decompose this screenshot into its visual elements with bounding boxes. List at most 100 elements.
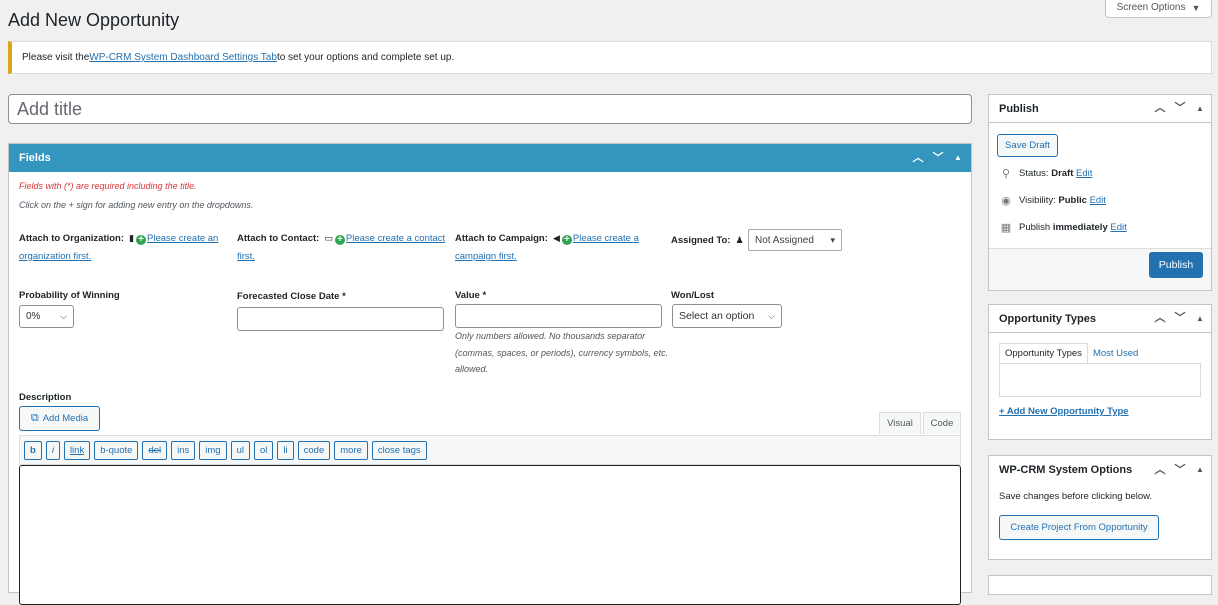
visibility-value: Public (1058, 195, 1087, 206)
publish-time-row: ▦ Publish immediately Edit (999, 221, 1127, 234)
quicktag-close-tags-button[interactable]: close tags (371, 440, 427, 460)
quicktag-more-button[interactable]: more (334, 440, 368, 460)
fields-panel: Fields ︿ ﹀ ▲ Fields with (*) are require… (8, 143, 972, 605)
quicktag-img-button[interactable]: img (199, 440, 227, 460)
assigned-to-value: Not Assigned (755, 234, 814, 246)
attach-contact-label: Attach to Contact: (237, 233, 320, 244)
caret-down-icon: ▼ (1191, 2, 1201, 13)
edit-publish-time-link[interactable]: Edit (1110, 222, 1126, 233)
opportunity-types-title: Opportunity Types (999, 312, 1096, 325)
megaphone-icon: ◀ (552, 233, 560, 243)
tab-most-used[interactable]: Most Used (1088, 343, 1143, 363)
quicktag-italic-button[interactable]: i (45, 440, 60, 460)
quicktag-ins-button[interactable]: ins (171, 440, 196, 460)
quicktag-ol-button[interactable]: ol (254, 440, 274, 460)
dashboard-settings-link[interactable]: WP-CRM System Dashboard Settings Tab (89, 52, 277, 63)
attach-organization-label: Attach to Organization: (19, 233, 125, 244)
attach-campaign-field: Attach to Campaign: ◀ + Please create a ca… (455, 230, 655, 266)
toggle-panel-icon[interactable]: ▲ (1193, 104, 1207, 113)
toggle-panel-icon[interactable]: ▲ (1193, 314, 1207, 323)
close-date-label: Forecasted Close Date * (237, 291, 346, 302)
publish-time-value: immediately (1052, 222, 1108, 233)
system-options-box: WP-CRM System Options ︿ ﹀ ▲ Save changes… (988, 455, 1212, 560)
value-input[interactable] (455, 304, 662, 328)
opportunity-types-box: Opportunity Types ︿ ﹀ ▲ Opportunity Type… (988, 304, 1212, 440)
screen-options-label: Screen Options (1116, 2, 1186, 13)
pin-icon: ⚲ (1001, 168, 1011, 180)
move-up-icon[interactable]: ︿ (1153, 313, 1167, 324)
status-value: Draft (1051, 168, 1074, 179)
description-label: Description (19, 392, 72, 403)
tab-code-label: Code (930, 418, 954, 429)
toggle-panel-icon[interactable]: ▲ (1193, 466, 1207, 474)
publish-button[interactable]: Publish (1149, 252, 1203, 278)
plus-circle-icon[interactable]: + (136, 235, 147, 245)
move-up-icon[interactable]: ︿ (1153, 103, 1167, 114)
chevron-down-icon: ⌵ (60, 311, 67, 321)
tab-code[interactable]: Code (923, 412, 961, 434)
assigned-to-field: Assigned To: ♟ (671, 234, 746, 246)
attach-campaign-label: Attach to Campaign: (455, 233, 548, 244)
quicktag-blockquote-button[interactable]: b-quote (94, 440, 139, 460)
move-down-icon[interactable]: ﹀ (931, 152, 945, 164)
close-date-input[interactable] (237, 307, 444, 331)
media-icon: ⧉ (30, 412, 39, 424)
add-media-button[interactable]: ⧉ Add Media (19, 406, 100, 431)
next-side-box (988, 575, 1212, 595)
required-note: Fields with (*) are required including t… (19, 181, 197, 191)
edit-visibility-link[interactable]: Edit (1090, 195, 1106, 206)
visibility-label: Visibility: (1019, 195, 1056, 206)
quicktag-bold-button[interactable]: b (24, 440, 42, 460)
create-project-label: Create Project From Opportunity (1010, 522, 1148, 533)
id-card-icon: ▭ (324, 233, 333, 243)
plus-circle-icon[interactable]: + (334, 235, 345, 245)
probability-label: Probability of Winning (19, 290, 120, 301)
move-down-icon[interactable]: ﹀ (1173, 464, 1187, 476)
quicktag-del-button[interactable]: del (142, 440, 168, 460)
move-up-icon[interactable]: ︿ (1153, 464, 1167, 476)
title-input[interactable] (8, 94, 972, 124)
notice-suffix: to set your options and complete set up. (276, 52, 455, 63)
add-media-label: Add Media (42, 413, 89, 424)
system-options-header: WP-CRM System Options ︿ ﹀ ▲ (989, 456, 1211, 484)
calendar-icon: ▦ (1000, 222, 1012, 234)
description-editor[interactable] (19, 465, 961, 605)
attach-contact-field: Attach to Contact: ▭ + Please create a con… (237, 230, 452, 266)
quicktag-code-button[interactable]: code (297, 440, 331, 460)
move-down-icon[interactable]: ﹀ (1173, 103, 1187, 114)
opportunity-type-tabs: Opportunity Types Most Used (999, 343, 1143, 363)
status-row: ⚲ Status: Draft Edit (999, 167, 1092, 180)
publish-box: Publish ︿ ﹀ ▲ Save Draft ⚲ Status: Draft… (988, 94, 1212, 291)
fields-panel-header: Fields ︿ ﹀ ▲ (9, 144, 971, 172)
probability-select[interactable]: 0% ⌵ (19, 305, 74, 328)
plus-circle-icon[interactable]: + (561, 235, 572, 245)
save-draft-label: Save Draft (1005, 140, 1050, 151)
quicktag-ul-button[interactable]: ul (230, 440, 250, 460)
edit-status-link[interactable]: Edit (1076, 168, 1092, 179)
move-down-icon[interactable]: ﹀ (1173, 313, 1187, 324)
add-new-opportunity-type-link[interactable]: + Add New Opportunity Type (999, 406, 1129, 417)
quicktag-li-button[interactable]: li (277, 440, 294, 460)
tab-all-opportunity-types[interactable]: Opportunity Types (999, 343, 1088, 363)
value-hint: Only numbers allowed. No thousands separ… (455, 331, 669, 374)
screen-options-button[interactable]: Screen Options ▼ (1105, 0, 1212, 18)
quicktags-toolbar: b i link b-quote del ins img ul ol li co… (19, 435, 961, 465)
quicktag-link-button[interactable]: link (63, 440, 91, 460)
chevron-down-icon: ⌵ (768, 310, 775, 321)
publish-box-title: Publish (999, 102, 1039, 115)
toggle-panel-icon[interactable]: ▲ (951, 154, 965, 162)
attach-organization-field: Attach to Organization: ▮ + Please create … (19, 230, 229, 266)
tab-visual-label: Visual (887, 418, 913, 429)
won-lost-value: Select an option (679, 310, 755, 322)
opportunity-types-list (999, 363, 1201, 397)
move-up-icon[interactable]: ︿ (911, 152, 925, 164)
won-lost-select[interactable]: Select an option ⌵ (672, 304, 782, 328)
publish-box-header: Publish ︿ ﹀ ▲ (989, 95, 1211, 123)
status-label: Status: (1019, 168, 1049, 179)
create-project-button[interactable]: Create Project From Opportunity (999, 515, 1159, 540)
assigned-to-label: Assigned To: (671, 235, 731, 246)
save-draft-button[interactable]: Save Draft (997, 134, 1058, 157)
system-options-title: WP-CRM System Options (999, 464, 1133, 476)
assigned-to-select[interactable]: Not Assigned ▾ (748, 229, 842, 251)
tab-visual[interactable]: Visual (879, 412, 921, 434)
